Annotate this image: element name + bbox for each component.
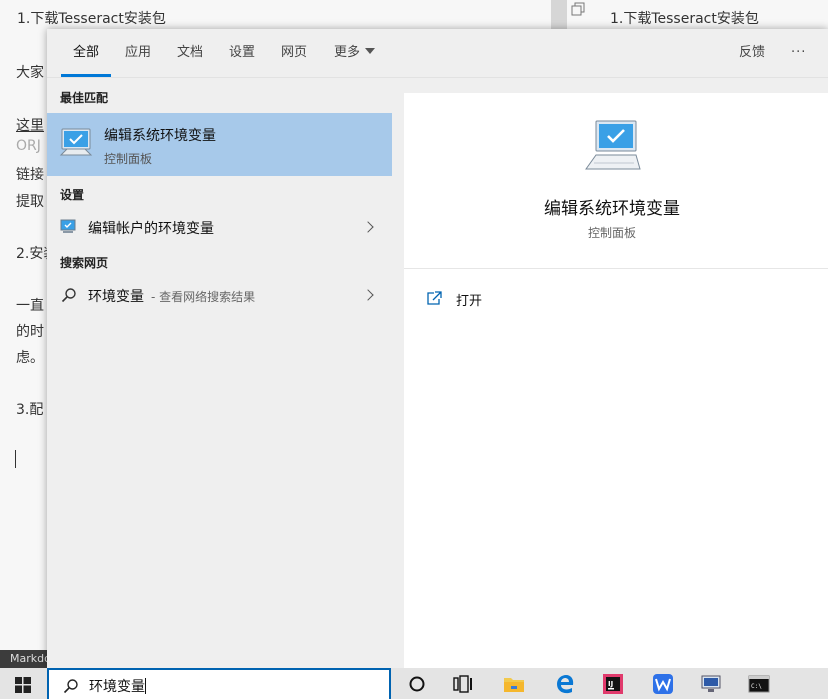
monitor-large-icon [585,120,641,170]
feedback-button[interactable]: 反馈 [739,29,765,77]
edge-browser-icon[interactable] [554,673,576,695]
tab-more-label: 更多 [334,45,361,60]
search-tabs: 全部 应用 文档 设置 网页 更多 反馈 ··· [47,29,828,78]
more-options-icon[interactable]: ··· [791,29,806,77]
intellij-idea-icon[interactable]: IJ [602,673,624,695]
detail-subtitle: 控制面板 [587,226,636,240]
web-query: 环境变量 [88,289,144,305]
text-caret [145,678,146,694]
result-title: 编辑帐户的环境变量 [88,221,214,237]
command-prompt-icon[interactable]: C:\ [748,673,770,695]
tab-settings[interactable]: 设置 [229,29,255,77]
windows-start-icon[interactable] [15,677,31,693]
result-edit-account-env-vars[interactable]: 编辑帐户的环境变量 [47,211,392,243]
settings-heading: 设置 [60,188,85,202]
svg-text:C:\: C:\ [751,683,762,690]
wps-office-icon[interactable] [652,673,674,695]
doc-text: 一直 [16,298,44,314]
result-subtitle: 控制面板 [104,152,153,166]
doc-heading-1: 1.下载Tesseract安装包 [17,11,166,27]
open-label: 打开 [456,294,483,309]
web-hint: - 查看网络搜索结果 [151,290,256,304]
doc-text: 提取 [16,194,44,210]
restore-window-icon[interactable] [571,2,585,16]
search-panel: 全部 应用 文档 设置 网页 更多 反馈 ··· 最佳匹配 编辑系统环境变量 控… [47,29,828,668]
open-button[interactable]: 打开 [427,289,627,309]
divider [404,268,828,269]
text-cursor [15,450,16,468]
result-edit-system-env-vars[interactable]: 编辑系统环境变量 控制面板 [47,113,392,176]
taskbar-search-box[interactable]: 环境变量 [47,668,391,699]
search-icon [63,679,78,694]
doc-heading-1-preview: 1.下载Tesseract安装包 [610,11,759,27]
web-search-heading: 搜索网页 [60,256,109,270]
open-external-icon [427,291,442,305]
doc-text: ORJ [16,138,41,154]
chevron-right-icon[interactable] [362,221,374,233]
search-input-value: 环境变量 [89,679,145,695]
search-input[interactable]: 环境变量 [89,676,146,696]
task-view-icon[interactable] [452,673,474,695]
doc-scrollbar[interactable] [551,0,567,30]
cortana-icon[interactable] [406,673,428,695]
monitor-small-icon [60,219,76,233]
result-title: 编辑系统环境变量 [104,128,216,144]
monitor-icon [59,128,93,156]
doc-text: 虑。 [16,350,44,366]
doc-heading-3: 3.配 [16,402,44,418]
detail-title: 编辑系统环境变量 [544,199,680,219]
results-list: 最佳匹配 编辑系统环境变量 控制面板 设置 编辑帐户的环境变量 搜索网页 环境变… [47,77,392,668]
caret-down-icon [365,48,376,54]
search-icon [61,288,76,303]
best-match-heading: 最佳匹配 [60,91,109,105]
doc-link[interactable]: 这里 [16,115,44,135]
tab-apps[interactable]: 应用 [125,29,151,77]
tab-web[interactable]: 网页 [281,29,307,77]
result-web-search[interactable]: 环境变量 - 查看网络搜索结果 [47,279,392,311]
chevron-right-icon[interactable] [362,289,374,301]
remote-desktop-icon[interactable] [700,673,722,695]
result-detail-pane: 编辑系统环境变量 控制面板 打开 [404,93,828,668]
doc-text: 大家 [16,65,44,81]
tab-all[interactable]: 全部 [60,29,112,77]
file-explorer-icon[interactable] [503,673,525,695]
tab-more[interactable]: 更多 [334,29,376,77]
doc-text: 链接 [16,167,44,183]
tab-docs[interactable]: 文档 [177,29,203,77]
svg-text:IJ: IJ [608,680,613,688]
doc-text: 的时 [16,324,44,340]
taskbar: 环境变量 IJ C:\ [0,668,828,699]
